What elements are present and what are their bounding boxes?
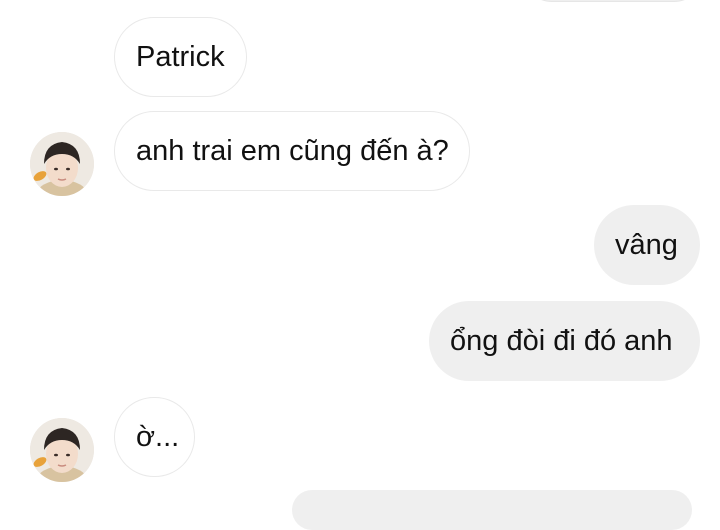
message-text: anh trai em cũng đến à? [136,134,449,167]
next-message-bubble-edge [292,490,692,530]
previous-message-bubble-edge [522,0,704,2]
message-bubble-incoming[interactable]: ờ... [114,397,195,477]
message-text: vâng [615,228,678,261]
message-bubble-incoming[interactable]: Patrick [114,17,247,97]
message-text: ổng đòi đi đó anh [450,324,673,357]
message-text: ờ... [136,420,180,453]
sender-avatar[interactable] [30,418,94,482]
message-bubble-outgoing[interactable]: vâng [594,205,700,285]
message-bubble-outgoing[interactable]: ổng đòi đi đó anh [429,301,700,381]
message-bubble-incoming[interactable]: anh trai em cũng đến à? [114,111,470,191]
message-text: Patrick [136,40,225,73]
sender-avatar[interactable] [30,132,94,196]
